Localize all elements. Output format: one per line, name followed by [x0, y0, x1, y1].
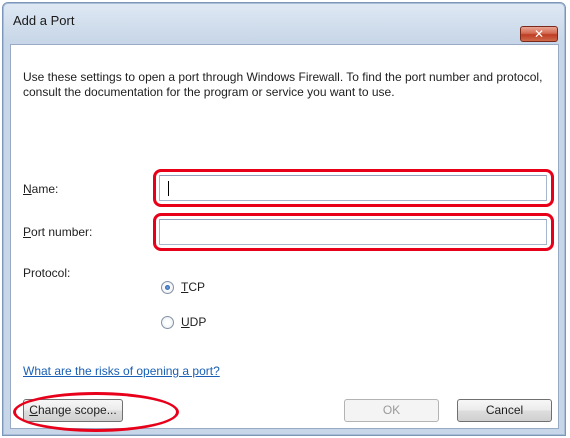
cancel-button[interactable]: Cancel	[457, 399, 552, 422]
port-number-label: Port number:	[23, 225, 93, 239]
udp-radio-label[interactable]: UDP	[181, 315, 206, 329]
add-port-dialog: Add a Port ✕ Use these settings to open …	[2, 2, 566, 436]
close-button[interactable]: ✕	[520, 26, 558, 42]
description-text: Use these settings to open a port throug…	[23, 70, 543, 99]
name-highlight-box	[153, 169, 554, 207]
radio-selected-dot	[165, 285, 170, 290]
ok-button[interactable]: OK	[344, 399, 439, 422]
title-bar[interactable]: Add a Port ✕	[3, 3, 565, 43]
dialog-body: Use these settings to open a port throug…	[10, 44, 559, 432]
port-number-highlight-box	[153, 213, 554, 251]
protocol-label: Protocol:	[23, 266, 71, 280]
tcp-radio-label[interactable]: TCP	[181, 280, 205, 294]
close-icon: ✕	[533, 27, 545, 41]
tcp-radio[interactable]	[161, 281, 174, 294]
risks-help-link[interactable]: What are the risks of opening a port?	[23, 364, 220, 378]
change-scope-highlight-oval	[13, 392, 179, 432]
dialog-title: Add a Port	[13, 13, 75, 28]
udp-radio[interactable]	[161, 316, 174, 329]
name-label: Name:	[23, 182, 59, 196]
